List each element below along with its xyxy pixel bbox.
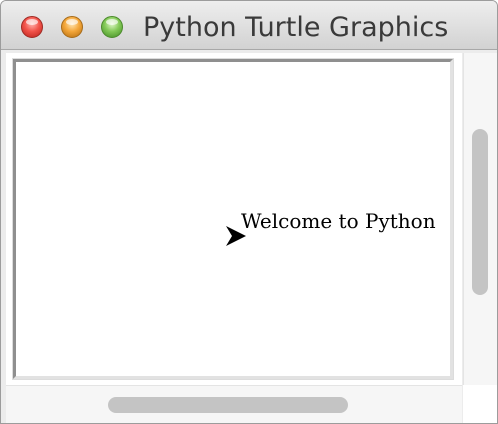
title-bar[interactable]: Python Turtle Graphics bbox=[1, 1, 497, 50]
vertical-scrollbar[interactable] bbox=[463, 53, 497, 385]
horizontal-scrollbar[interactable] bbox=[6, 385, 462, 423]
horizontal-scroll-thumb[interactable] bbox=[108, 397, 348, 413]
scroll-corner bbox=[463, 385, 497, 423]
turtle-canvas[interactable]: Welcome to Python bbox=[12, 58, 454, 380]
vertical-scroll-thumb[interactable] bbox=[472, 129, 488, 295]
turtle-window: Python Turtle Graphics Welcome to Python bbox=[0, 0, 498, 424]
close-button[interactable] bbox=[21, 16, 43, 38]
window-title: Python Turtle Graphics bbox=[143, 12, 449, 43]
minimize-button[interactable] bbox=[61, 16, 83, 38]
zoom-button[interactable] bbox=[101, 16, 123, 38]
welcome-text: Welcome to Python bbox=[241, 209, 436, 233]
canvas-viewport: Welcome to Python bbox=[6, 53, 462, 385]
